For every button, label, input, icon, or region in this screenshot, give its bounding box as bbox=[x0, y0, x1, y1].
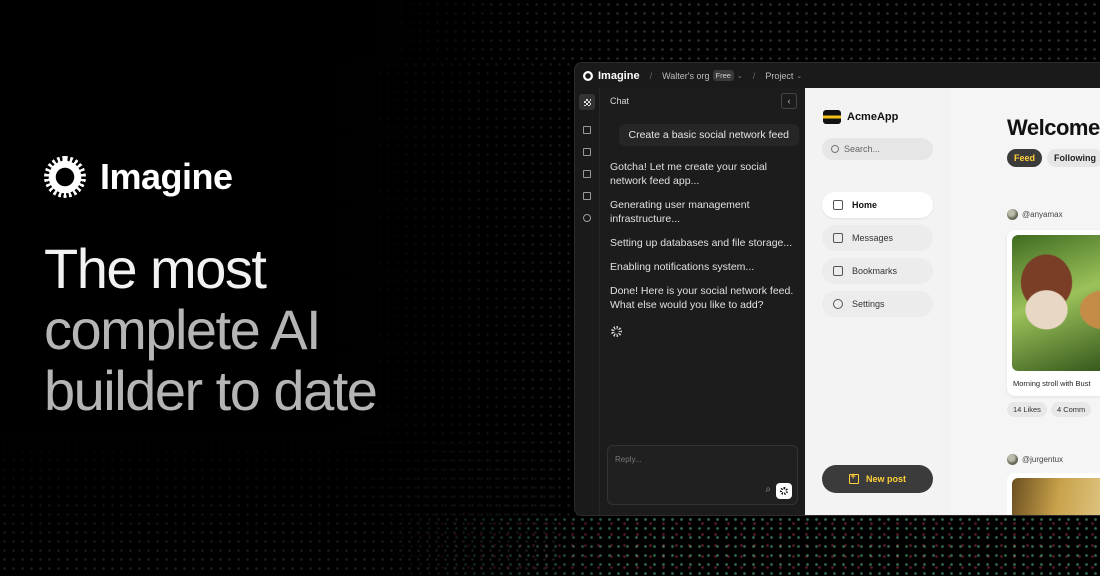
grid-icon bbox=[583, 98, 591, 106]
acme-logo-icon bbox=[823, 110, 841, 124]
author-handle: @jurgentux bbox=[1022, 455, 1064, 464]
chat-header: Chat ‹ bbox=[600, 88, 805, 114]
loading-spinner-icon bbox=[611, 326, 622, 337]
dot-pattern-bottom bbox=[380, 515, 1100, 576]
chevron-down-icon: ⌄ bbox=[796, 72, 803, 80]
assistant-message: Generating user management infrastructur… bbox=[610, 199, 750, 225]
nav-item-label: Messages bbox=[852, 233, 894, 243]
gear-icon bbox=[833, 299, 843, 309]
breadcrumb-separator: / bbox=[649, 70, 653, 81]
rail-grid-button[interactable] bbox=[579, 94, 595, 110]
plan-badge: Free bbox=[712, 70, 734, 81]
rail-users-button[interactable] bbox=[579, 122, 595, 138]
acme-brand: AcmeApp bbox=[823, 110, 898, 124]
search-placeholder: Search... bbox=[844, 144, 881, 154]
dot-pattern-left bbox=[0, 420, 560, 576]
avatar bbox=[1007, 209, 1018, 220]
nav-item-home[interactable]: Home bbox=[822, 192, 933, 218]
rail-messages-button[interactable] bbox=[579, 166, 595, 182]
nav-item-label: Bookmarks bbox=[852, 266, 898, 276]
feed-tabs: Feed Following bbox=[1007, 149, 1100, 167]
headline-line-2: complete AI bbox=[44, 298, 322, 361]
icon-rail bbox=[575, 88, 599, 515]
assistant-message: Setting up databases and file storage... bbox=[610, 237, 793, 249]
search-icon bbox=[831, 145, 839, 153]
post-caption: Morning stroll with Bust bbox=[1013, 379, 1091, 388]
imagine-send-icon bbox=[780, 487, 788, 495]
assistant-message: Done! Here is your social network feed. … bbox=[610, 285, 794, 311]
bookmark-icon bbox=[833, 266, 843, 276]
dot-pattern-top bbox=[370, 0, 1100, 60]
imagine-logo-icon bbox=[44, 156, 86, 198]
headline-line-1: The most bbox=[44, 237, 267, 300]
assistant-message: Enabling notifications system... bbox=[610, 261, 755, 273]
plus-square-icon bbox=[848, 471, 859, 484]
author-handle: @anyamax bbox=[1022, 210, 1063, 219]
nav-item-label: Settings bbox=[852, 299, 885, 309]
project-switcher[interactable]: Project ⌄ bbox=[765, 71, 802, 81]
tab-feed[interactable]: Feed bbox=[1007, 149, 1043, 167]
post-stats: 14 Likes 4 Comm bbox=[1007, 402, 1092, 417]
app-window: Imagine / Walter's org Free ⌄ / Project … bbox=[574, 62, 1100, 516]
rail-database-button[interactable] bbox=[579, 144, 595, 160]
hero-headline: The most complete AI builder to date bbox=[44, 237, 378, 422]
topbar-app-name[interactable]: Imagine bbox=[598, 70, 640, 82]
collapse-chat-button[interactable]: ‹ bbox=[781, 93, 797, 109]
nav-item-bookmarks[interactable]: Bookmarks bbox=[822, 258, 933, 284]
breadcrumb-separator: / bbox=[752, 70, 756, 81]
post-card[interactable] bbox=[1007, 473, 1100, 515]
users-icon bbox=[583, 126, 591, 134]
brand-name: Imagine bbox=[100, 156, 233, 197]
welcome-heading: Welcome bbox=[1007, 115, 1100, 140]
hero-brand: Imagine bbox=[44, 156, 233, 198]
chevron-down-icon: ⌄ bbox=[736, 72, 743, 80]
nav-item-label: Home bbox=[852, 200, 878, 210]
org-name: Walter's org bbox=[662, 70, 710, 81]
messages-icon bbox=[583, 170, 591, 178]
comments-badge[interactable]: 4 Comm bbox=[1050, 402, 1092, 417]
preview-search-input[interactable]: Search... bbox=[822, 138, 933, 160]
nav-item-messages[interactable]: Messages bbox=[822, 225, 933, 251]
post-image bbox=[1012, 235, 1100, 371]
send-button[interactable] bbox=[776, 483, 792, 499]
window-topbar: Imagine / Walter's org Free ⌄ / Project … bbox=[575, 63, 1100, 88]
post-author[interactable]: @anyamax bbox=[1007, 209, 1063, 220]
rail-folder-button[interactable] bbox=[579, 188, 595, 204]
settings-icon bbox=[583, 214, 591, 222]
reply-input[interactable] bbox=[608, 446, 772, 473]
app-preview: AcmeApp Search... Home Messages Bookmark… bbox=[805, 88, 1100, 515]
post-image bbox=[1012, 478, 1100, 515]
chat-title: Chat bbox=[610, 96, 630, 106]
tab-following[interactable]: Following bbox=[1047, 149, 1100, 167]
assistant-message: Gotcha! Let me create your social networ… bbox=[610, 161, 767, 187]
post-card[interactable]: Morning stroll with Bust bbox=[1007, 230, 1100, 396]
project-name: Project bbox=[765, 70, 794, 81]
user-message: Create a basic social network feed bbox=[618, 124, 799, 146]
org-switcher[interactable]: Walter's org Free ⌄ bbox=[662, 70, 743, 81]
folder-icon bbox=[583, 192, 591, 200]
imagine-small-logo-icon bbox=[583, 70, 593, 81]
new-post-label: New post bbox=[865, 474, 906, 484]
attach-icon[interactable]: ⌕ bbox=[765, 484, 771, 495]
post-author[interactable]: @jurgentux bbox=[1007, 454, 1063, 465]
chat-panel: Chat ‹ Create a basic social network fee… bbox=[599, 88, 806, 515]
feed-area: Welcome Feed Following @anyamax Morning … bbox=[950, 88, 1100, 515]
message-icon bbox=[833, 233, 843, 243]
avatar bbox=[1007, 454, 1018, 465]
home-icon bbox=[833, 200, 843, 210]
likes-badge[interactable]: 14 Likes bbox=[1007, 402, 1047, 417]
nav-item-settings[interactable]: Settings bbox=[822, 291, 933, 317]
new-post-button[interactable]: New post bbox=[822, 465, 933, 493]
rail-settings-button[interactable] bbox=[579, 210, 595, 226]
preview-sidebar: AcmeApp Search... Home Messages Bookmark… bbox=[805, 88, 951, 515]
headline-line-3: builder to date bbox=[44, 359, 378, 422]
reply-box: ⌕ bbox=[607, 445, 798, 505]
chevron-left-icon: ‹ bbox=[787, 96, 791, 106]
database-icon bbox=[583, 148, 591, 156]
preview-nav: Home Messages Bookmarks Settings bbox=[822, 192, 933, 324]
acme-name: AcmeApp bbox=[847, 111, 899, 123]
